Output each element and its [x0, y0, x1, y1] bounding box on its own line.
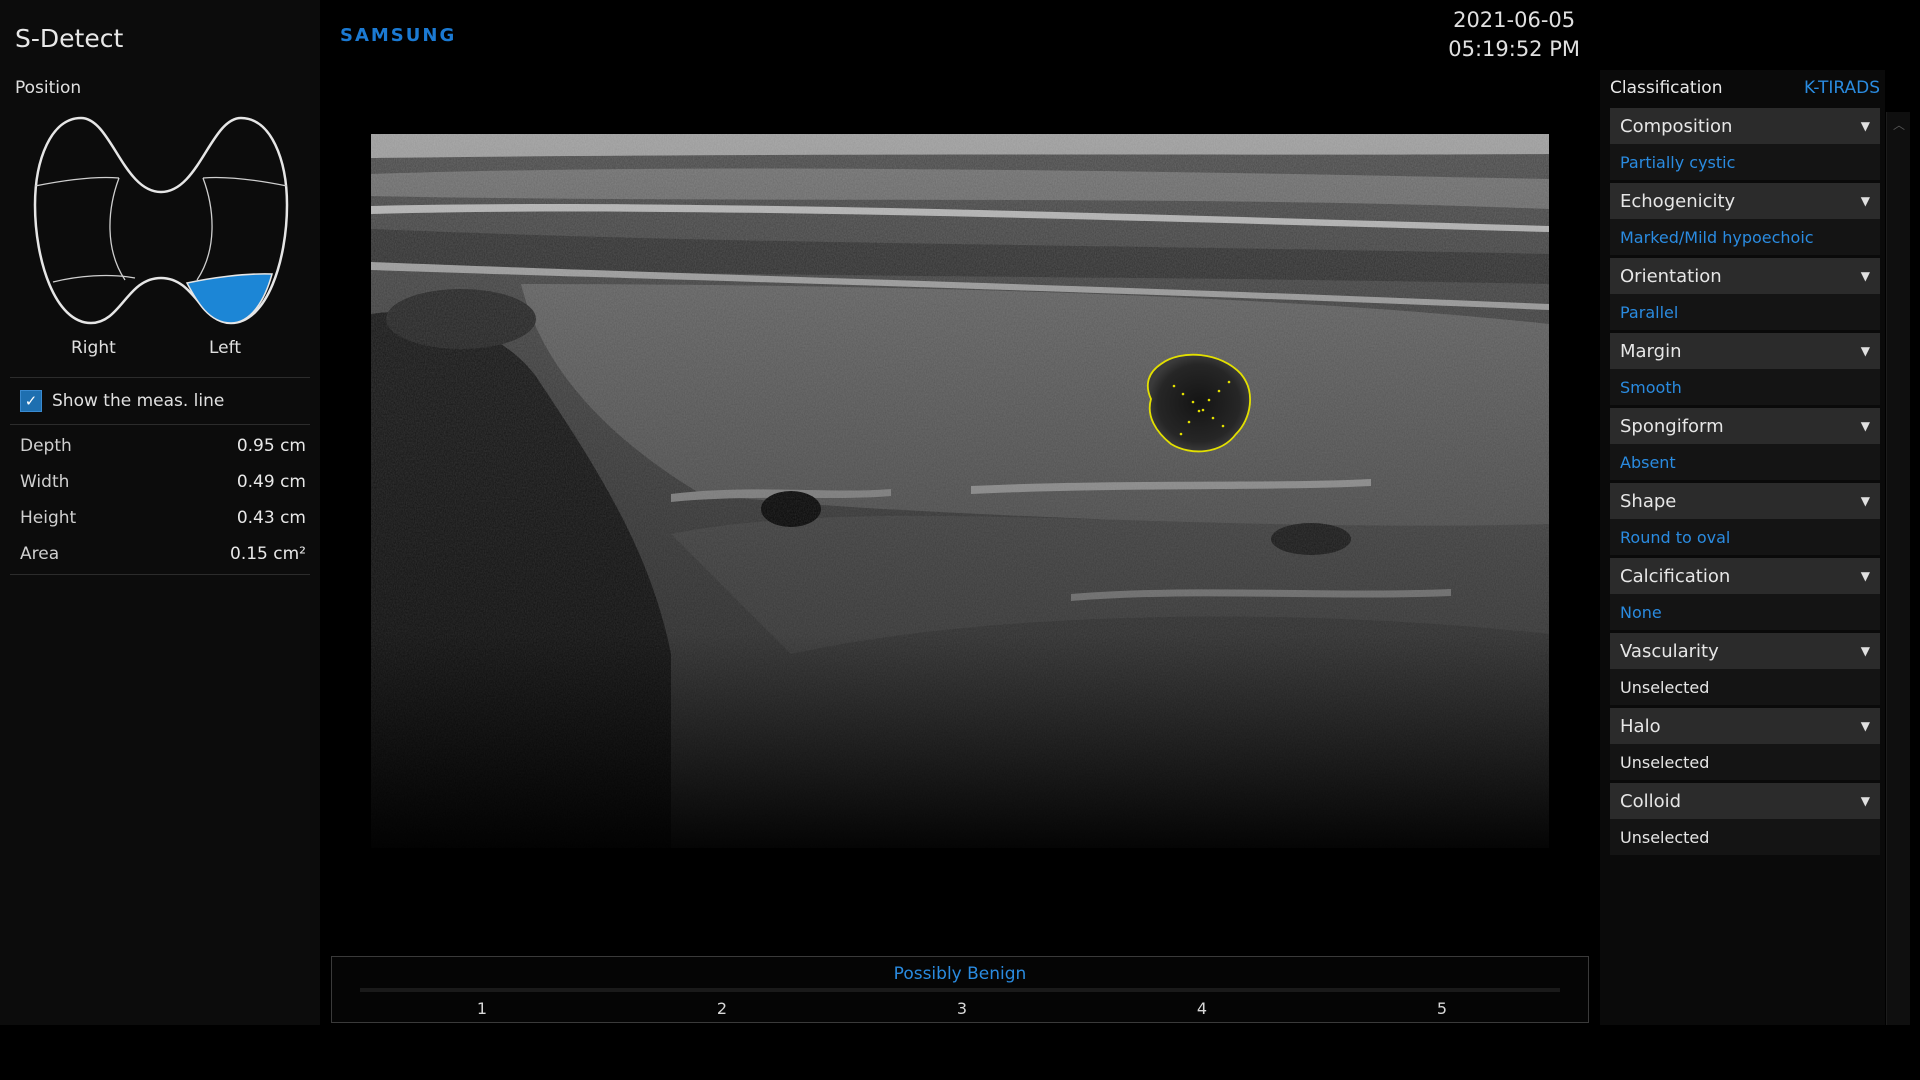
- left-lobe-lower-selected[interactable]: [185, 273, 273, 324]
- feature-name: Spongiform: [1620, 415, 1724, 437]
- feature-value[interactable]: Smooth: [1610, 369, 1880, 405]
- measurement-row-depth: Depth 0.95 cm: [20, 431, 306, 461]
- classification-system[interactable]: K-TIRADS: [1804, 78, 1880, 98]
- feature-composition: Composition ▼ Partially cystic: [1610, 108, 1880, 180]
- caret-down-icon[interactable]: ▼: [1861, 119, 1870, 133]
- echogenicity-dropdown[interactable]: Echogenicity ▼: [1610, 183, 1880, 219]
- feature-colloid: Colloid ▼ Unselected: [1610, 783, 1880, 855]
- measurement-value: 0.43 cm: [236, 508, 306, 528]
- feature-name: Halo: [1620, 715, 1661, 737]
- feature-name: Margin: [1620, 340, 1682, 362]
- right-lobe-label: Right: [71, 338, 116, 358]
- caret-down-icon[interactable]: ▼: [1861, 194, 1870, 208]
- feature-name: Orientation: [1620, 265, 1722, 287]
- feature-value[interactable]: Partially cystic: [1610, 144, 1880, 180]
- scroll-up-icon[interactable]: ︿: [1889, 116, 1909, 134]
- feature-name: Shape: [1620, 490, 1677, 512]
- s-detect-screen: S-Detect Position Right Left ✓ Show the …: [0, 0, 1920, 1080]
- classification-label: Classification: [1610, 78, 1723, 98]
- vascularity-dropdown[interactable]: Vascularity ▼: [1610, 633, 1880, 669]
- time: 05:19:52 PM: [1448, 37, 1580, 61]
- divider-left-lobe-upper: [34, 176, 120, 187]
- scale-tick-2: 2: [716, 999, 728, 1018]
- composition-dropdown[interactable]: Composition ▼: [1610, 108, 1880, 144]
- halo-dropdown[interactable]: Halo ▼: [1610, 708, 1880, 744]
- calcification-dropdown[interactable]: Calcification ▼: [1610, 558, 1880, 594]
- divider-isthmus-left: [109, 177, 126, 281]
- ultrasound-image[interactable]: [371, 134, 1549, 848]
- feature-calcification: Calcification ▼ None: [1610, 558, 1880, 630]
- orientation-dropdown[interactable]: Orientation ▼: [1610, 258, 1880, 294]
- feature-value[interactable]: Unselected: [1610, 669, 1880, 705]
- thyroid-position-diagram[interactable]: [25, 110, 297, 330]
- result-scale: Possibly Benign 1 2 3 4 5: [331, 956, 1589, 1023]
- feature-vascularity: Vascularity ▼ Unselected: [1610, 633, 1880, 705]
- feature-value[interactable]: Unselected: [1610, 819, 1880, 855]
- caret-down-icon[interactable]: ▼: [1861, 794, 1870, 808]
- measurement-row-height: Height 0.43 cm: [20, 503, 306, 533]
- feature-echogenicity: Echogenicity ▼ Marked/Mild hypoechoic: [1610, 183, 1880, 255]
- feature-value[interactable]: Round to oval: [1610, 519, 1880, 555]
- left-panel: S-Detect Position Right Left ✓ Show the …: [0, 0, 320, 1025]
- feature-value[interactable]: None: [1610, 594, 1880, 630]
- feature-name: Vascularity: [1620, 640, 1719, 662]
- classification-panel: Classification K-TIRADS Composition ▼ Pa…: [1600, 70, 1885, 1025]
- measurement-row-area: Area 0.15 cm²: [20, 539, 306, 569]
- caret-down-icon[interactable]: ▼: [1861, 419, 1870, 433]
- datetime: 2021-06-05 05:19:52 PM: [1448, 6, 1580, 64]
- feature-value[interactable]: Absent: [1610, 444, 1880, 480]
- caret-down-icon[interactable]: ▼: [1861, 269, 1870, 283]
- divider-isthmus-right: [196, 177, 213, 281]
- caret-down-icon[interactable]: ▼: [1861, 719, 1870, 733]
- result-label: Possibly Benign: [893, 964, 1027, 984]
- measurement-value: 0.15 cm²: [230, 544, 306, 564]
- measurement-label: Depth: [20, 436, 72, 456]
- measurement-label: Width: [20, 472, 70, 492]
- checkmark-icon[interactable]: ✓: [20, 390, 42, 412]
- feature-value[interactable]: Parallel: [1610, 294, 1880, 330]
- margin-dropdown[interactable]: Margin ▼: [1610, 333, 1880, 369]
- feature-halo: Halo ▼ Unselected: [1610, 708, 1880, 780]
- feature-name: Echogenicity: [1620, 190, 1736, 212]
- date: 2021-06-05: [1453, 8, 1576, 32]
- feature-name: Colloid: [1620, 790, 1682, 812]
- brand-logo: SAMSUNG: [340, 25, 457, 46]
- classification-scrollbar[interactable]: ︿: [1886, 112, 1910, 1025]
- measurement-value: 0.49 cm: [236, 472, 306, 492]
- divider: [10, 574, 310, 575]
- measurement-label: Height: [20, 508, 77, 528]
- spongiform-dropdown[interactable]: Spongiform ▼: [1610, 408, 1880, 444]
- divider: [10, 377, 310, 378]
- left-lobe-label: Left: [209, 338, 241, 358]
- scale-tick-1: 1: [476, 999, 488, 1018]
- app-title: S-Detect: [15, 24, 124, 53]
- measurement-value: 0.95 cm: [236, 436, 306, 456]
- scale-tick-5: 5: [1436, 999, 1448, 1018]
- measurement-row-width: Width 0.49 cm: [20, 467, 306, 497]
- feature-value[interactable]: Unselected: [1610, 744, 1880, 780]
- meas-line-label: Show the meas. line: [52, 391, 225, 411]
- meas-line-toggle[interactable]: ✓ Show the meas. line: [20, 390, 224, 412]
- feature-value[interactable]: Marked/Mild hypoechoic: [1610, 219, 1880, 255]
- caret-down-icon[interactable]: ▼: [1861, 344, 1870, 358]
- caret-down-icon[interactable]: ▼: [1861, 644, 1870, 658]
- feature-margin: Margin ▼ Smooth: [1610, 333, 1880, 405]
- feature-shape: Shape ▼ Round to oval: [1610, 483, 1880, 555]
- feature-name: Calcification: [1620, 565, 1731, 587]
- divider: [10, 424, 310, 425]
- colloid-dropdown[interactable]: Colloid ▼: [1610, 783, 1880, 819]
- divider-right-lobe-upper: [202, 176, 288, 187]
- feature-name: Composition: [1620, 115, 1733, 137]
- caret-down-icon[interactable]: ▼: [1861, 569, 1870, 583]
- depth-fade: [371, 134, 1549, 848]
- measurement-label: Area: [20, 544, 60, 564]
- caret-down-icon[interactable]: ▼: [1861, 494, 1870, 508]
- feature-orientation: Orientation ▼ Parallel: [1610, 258, 1880, 330]
- position-label: Position: [15, 78, 82, 98]
- scale-tick-3: 3: [956, 999, 968, 1018]
- feature-spongiform: Spongiform ▼ Absent: [1610, 408, 1880, 480]
- scale-track: [360, 988, 1560, 992]
- shape-dropdown[interactable]: Shape ▼: [1610, 483, 1880, 519]
- scale-tick-4: 4: [1196, 999, 1208, 1018]
